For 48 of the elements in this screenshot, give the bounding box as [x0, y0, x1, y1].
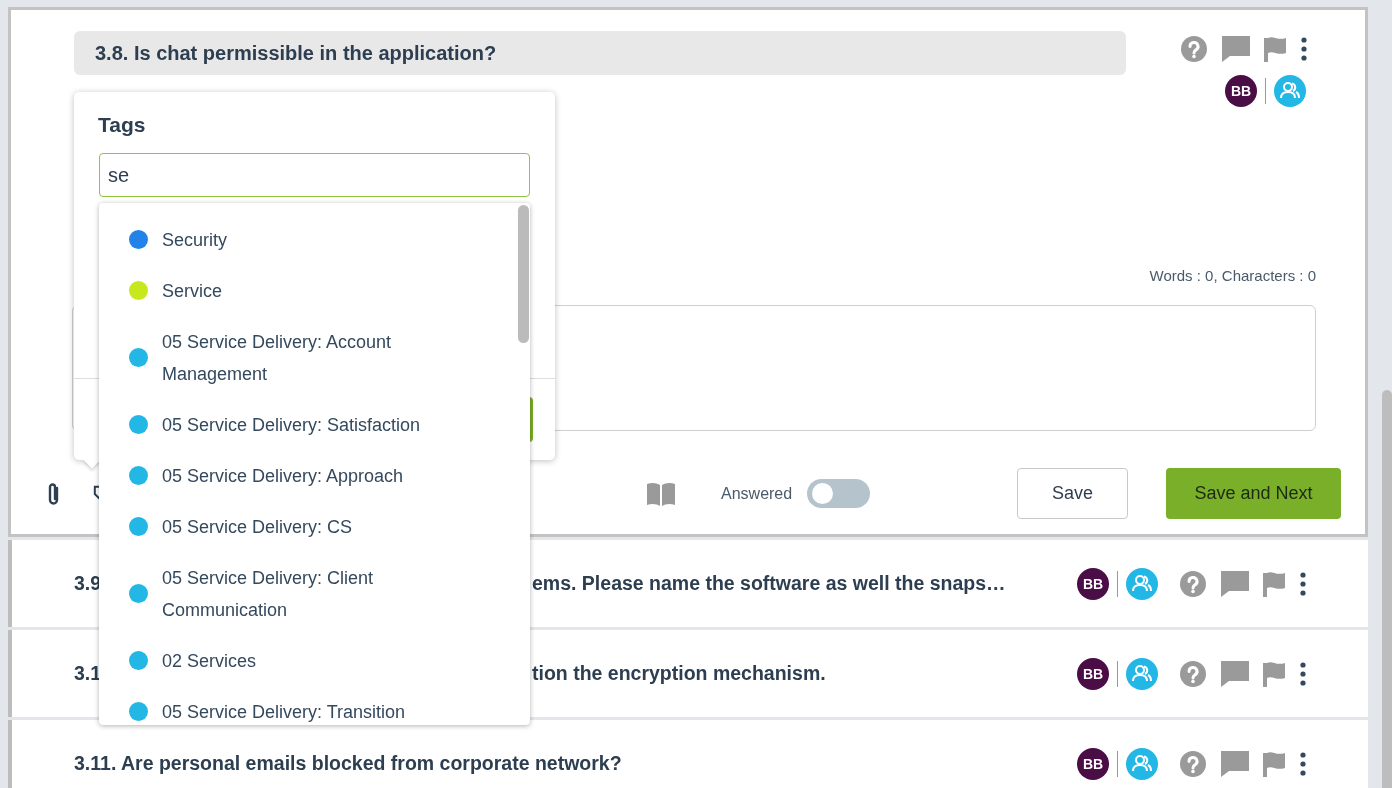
- answered-label: Answered: [721, 484, 793, 503]
- tag-option[interactable]: 02 Services: [162, 644, 482, 677]
- help-icon[interactable]: [1181, 36, 1207, 62]
- group-icon[interactable]: [1274, 75, 1306, 107]
- more-options-icon[interactable]: [1301, 37, 1307, 61]
- flag-icon[interactable]: [1264, 36, 1286, 62]
- more-options-icon[interactable]: [1300, 571, 1306, 596]
- tag-option[interactable]: Security: [162, 223, 482, 256]
- tag-option[interactable]: 05 Service Delivery: Satisfaction: [162, 408, 482, 441]
- group-icon[interactable]: [1126, 657, 1158, 690]
- flag-icon[interactable]: [1263, 750, 1285, 777]
- group-icon[interactable]: [1126, 747, 1158, 780]
- question-title: tion the encryption mechanism.: [532, 662, 826, 685]
- question-title: ems. Please name the software as well the snaps…: [532, 572, 1006, 595]
- comment-icon[interactable]: [1221, 750, 1249, 777]
- user-avatar[interactable]: BB: [1077, 567, 1109, 600]
- comment-icon[interactable]: [1221, 570, 1249, 597]
- word-count: Words : 0, Characters : 0: [1148, 267, 1316, 285]
- question-title: 3.1: [74, 662, 102, 684]
- list-scrollbar-thumb[interactable]: [518, 205, 529, 343]
- comment-icon[interactable]: [1222, 36, 1250, 62]
- tag-option[interactable]: 05 Service Delivery: Client Communication: [162, 561, 482, 626]
- popover-title: Tags: [98, 113, 146, 137]
- book-icon[interactable]: [647, 481, 675, 506]
- tag-option[interactable]: 05 Service Delivery: Transition: [162, 695, 482, 725]
- group-icon[interactable]: [1126, 567, 1158, 600]
- more-options-icon[interactable]: [1300, 751, 1306, 776]
- answered-toggle[interactable]: [807, 479, 871, 508]
- save-and-next-button[interactable]: Save and Next: [1166, 468, 1341, 519]
- scrollbar-thumb[interactable]: [1382, 390, 1392, 788]
- help-icon[interactable]: [1180, 660, 1206, 687]
- user-avatar[interactable]: BB: [1077, 657, 1109, 690]
- help-icon[interactable]: [1180, 750, 1206, 777]
- flag-icon[interactable]: [1263, 570, 1285, 597]
- tag-option[interactable]: 05 Service Delivery: Approach: [162, 459, 482, 492]
- more-options-icon[interactable]: [1300, 661, 1306, 686]
- tag-option[interactable]: Service: [162, 274, 482, 307]
- user-avatar[interactable]: BB: [1077, 747, 1109, 780]
- tag-option[interactable]: 05 Service Delivery: Account Management: [162, 325, 482, 390]
- help-icon[interactable]: [1180, 570, 1206, 597]
- user-avatar[interactable]: BB: [1225, 75, 1257, 107]
- question-title: 3.11. Are personal emails blocked from corporate network?: [74, 752, 622, 775]
- comment-icon[interactable]: [1221, 660, 1249, 687]
- tag-search-field[interactable]: se: [99, 153, 530, 197]
- flag-icon[interactable]: [1263, 660, 1285, 687]
- question-title: 3.8. Is chat permissible in the application?: [95, 41, 497, 65]
- tag-option[interactable]: 05 Service Delivery: CS: [162, 510, 482, 543]
- save-button[interactable]: Save: [1017, 468, 1128, 519]
